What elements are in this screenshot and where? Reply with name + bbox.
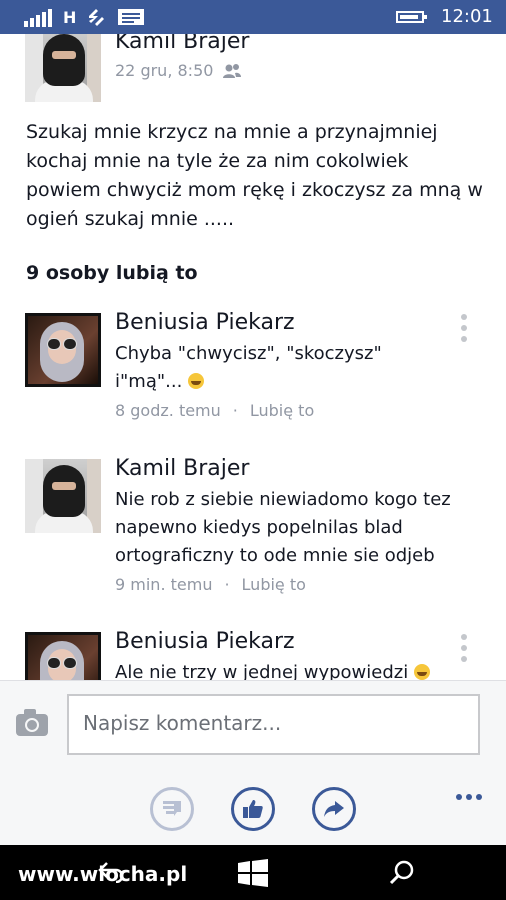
nav-bar: www.wiocha.pl bbox=[0, 845, 506, 900]
data-transfer-icon bbox=[86, 7, 106, 31]
friends-icon bbox=[222, 63, 242, 83]
avatar[interactable] bbox=[25, 632, 101, 680]
avatar[interactable] bbox=[25, 34, 101, 102]
battery-icon bbox=[396, 11, 427, 23]
status-bar: H 12:01 bbox=[0, 0, 506, 34]
comment-text: Nie rob z siebie niewiadomo kogo tez nap… bbox=[115, 489, 451, 566]
post-author[interactable]: Kamil Brajer bbox=[115, 34, 249, 54]
comment-time: 8 godz. temu bbox=[115, 401, 221, 420]
like-link[interactable]: Lubię to bbox=[250, 401, 314, 420]
post-content: Kamil Brajer 22 gru, 8:50 Szukaj mnie kr… bbox=[0, 34, 506, 680]
smiley-icon bbox=[188, 373, 205, 389]
share-button[interactable] bbox=[312, 787, 356, 831]
search-icon[interactable] bbox=[388, 859, 416, 891]
network-type: H bbox=[63, 8, 77, 27]
message-icon bbox=[117, 7, 145, 31]
comment-bar: Napisz komentarz... bbox=[0, 680, 506, 846]
camera-icon[interactable] bbox=[16, 709, 48, 736]
avatar[interactable] bbox=[25, 459, 101, 533]
comment-text: Chyba "chwycisz", "skoczysz" i"mą"... bbox=[115, 343, 382, 392]
post-timestamp: 22 gru, 8:50 bbox=[115, 61, 214, 80]
windows-icon[interactable] bbox=[238, 859, 268, 891]
comment-author[interactable]: Beniusia Piekarz bbox=[115, 310, 295, 335]
comment-input[interactable]: Napisz komentarz... bbox=[67, 694, 480, 755]
comment-author[interactable]: Kamil Brajer bbox=[115, 456, 249, 481]
comment-author[interactable]: Beniusia Piekarz bbox=[115, 629, 295, 654]
comment-meta: 8 godz. temu · Lubię to bbox=[115, 401, 315, 420]
like-button[interactable] bbox=[231, 787, 275, 831]
avatar[interactable] bbox=[25, 313, 101, 387]
more-options-icon[interactable] bbox=[461, 314, 467, 347]
likes-count[interactable]: 9 osoby lubią to bbox=[26, 262, 198, 284]
back-icon[interactable] bbox=[98, 861, 124, 887]
smiley-icon bbox=[413, 664, 430, 680]
clock: 12:01 bbox=[441, 6, 493, 27]
comment-time: 9 min. temu bbox=[115, 575, 213, 594]
post-text: Szukaj mnie krzycz na mnie a przynajmnie… bbox=[26, 121, 483, 230]
more-icon[interactable] bbox=[456, 785, 486, 804]
more-options-icon[interactable] bbox=[461, 634, 467, 667]
comment-text: Ale nie trzy w jednej wypowiedzi bbox=[115, 659, 475, 680]
like-link[interactable]: Lubię to bbox=[242, 575, 306, 594]
comment-meta: 9 min. temu · Lubię to bbox=[115, 575, 306, 594]
signal-icon bbox=[24, 9, 52, 27]
comments-button[interactable] bbox=[150, 787, 194, 831]
